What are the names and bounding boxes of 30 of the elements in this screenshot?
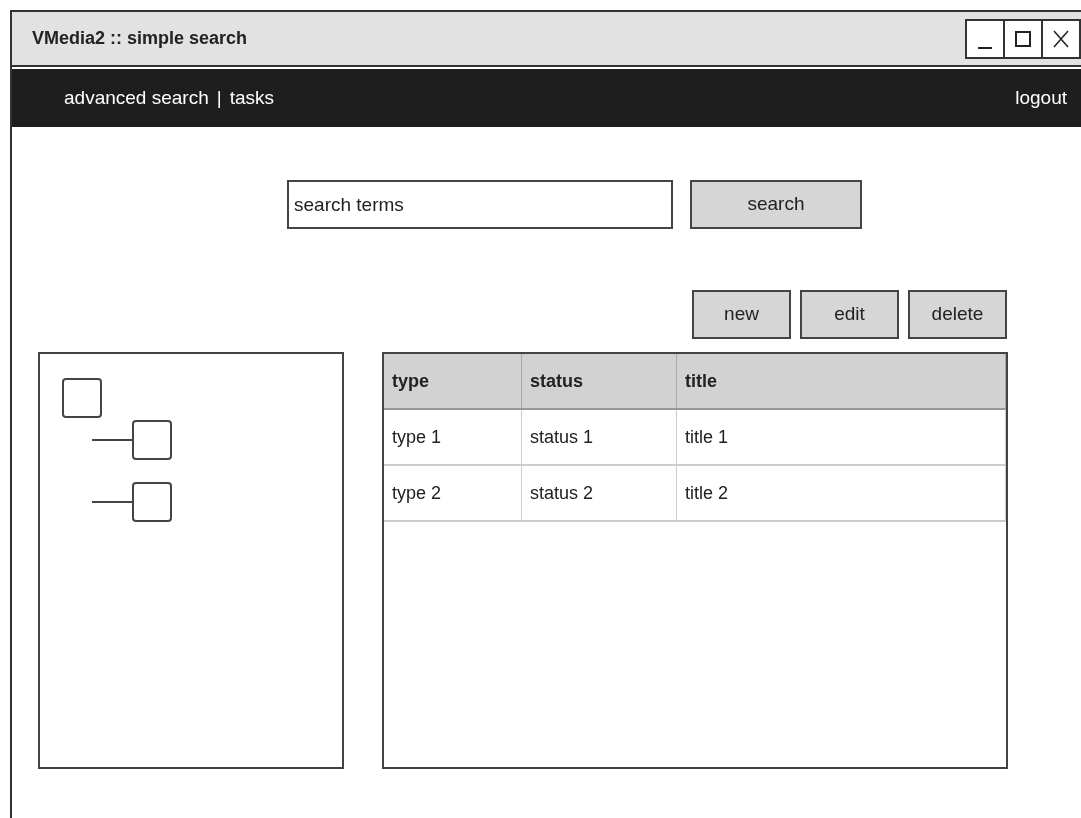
table-cell: type 1 bbox=[384, 410, 522, 464]
tree-node[interactable] bbox=[132, 420, 172, 460]
nav-link[interactable]: advanced search bbox=[64, 83, 209, 113]
close-button[interactable] bbox=[1041, 18, 1081, 59]
action-button[interactable]: delete bbox=[908, 290, 1007, 339]
table-cell: type 2 bbox=[384, 466, 522, 520]
nav-link[interactable]: tasks bbox=[229, 83, 274, 113]
logout-link[interactable]: logout bbox=[1015, 83, 1067, 113]
column-header[interactable]: status bbox=[522, 354, 677, 408]
table-cell: title 1 bbox=[677, 410, 1006, 464]
minimize-icon bbox=[978, 46, 992, 49]
window-title: VMedia2 :: simple search bbox=[32, 27, 248, 50]
close-icon bbox=[1051, 28, 1071, 49]
maximize-icon bbox=[1013, 28, 1033, 49]
nav-separator: | bbox=[216, 85, 222, 110]
search-field[interactable]: search terms bbox=[287, 180, 673, 229]
action-button[interactable]: edit bbox=[800, 290, 899, 339]
table-cell: status 1 bbox=[522, 410, 677, 464]
table-cell: title 2 bbox=[677, 466, 1006, 520]
connector-line bbox=[92, 439, 132, 441]
search-button[interactable]: search bbox=[690, 180, 862, 229]
maximize-button[interactable] bbox=[1003, 18, 1043, 59]
connector-line bbox=[92, 501, 132, 503]
minimize-button[interactable] bbox=[965, 18, 1005, 59]
tree-node[interactable] bbox=[132, 482, 172, 522]
tree-node[interactable] bbox=[62, 378, 102, 418]
column-header[interactable]: title bbox=[677, 354, 1006, 408]
column-header[interactable]: type bbox=[384, 354, 522, 408]
action-button[interactable]: new bbox=[692, 290, 791, 339]
table-cell: status 2 bbox=[522, 466, 677, 520]
